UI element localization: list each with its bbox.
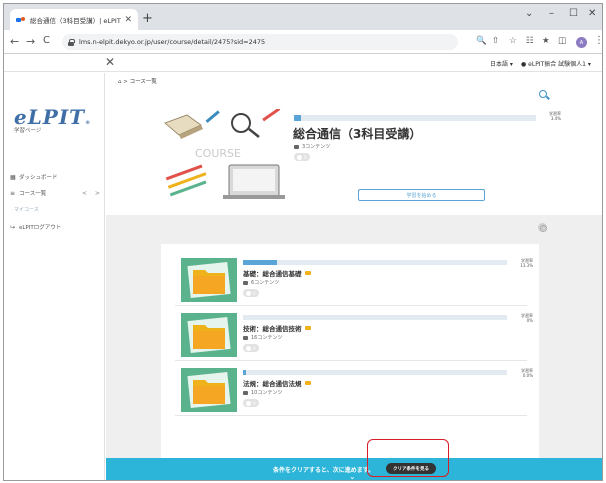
course-badge-toggle[interactable]: 0 [294,153,310,161]
lesson-contents-count: 6コンテンツ [243,279,279,286]
folder-icon [304,326,311,330]
tab-search-chevron-icon[interactable]: ⌄ [525,8,533,19]
lessons-section: 学習率 13.3% 基礎：総合通信基礎 6コンテンツ 0 学習率 0% 技術：総… [106,215,602,480]
tab-title: 総合通信（3科目受講）| eLPIT [30,16,121,25]
favicon-icon [16,16,25,23]
search-icon[interactable] [539,90,547,98]
hero-course-word: COURSE [195,147,241,160]
footer-message: 条件をクリアすると、次に進めます。 [273,467,375,474]
sidebar-item-logout[interactable]: ↪ eLPITログアウト [10,223,61,231]
lesson-progress-fill [243,260,278,265]
contents-icon [243,280,248,285]
lesson-badge-toggle[interactable]: 0 [243,344,259,352]
lesson-progress-bar [243,315,507,320]
address-bar[interactable]: lms.n-elpit.dekyo.or.jp/user/course/deta… [62,34,458,50]
window-close-button[interactable]: ✕ [588,8,596,19]
lesson-progress-fill [243,370,246,375]
lesson-title: 技術：総合通信技術 [243,323,311,333]
page-header: ✕ 日本語 ▾ ● eLPIT振合 試験個人1 ▾ [4,54,602,72]
lesson-title: 法規：総合通信法規 [243,378,311,388]
logout-icon: ↪ [10,223,16,231]
course-progress-fill [294,115,302,121]
extensions-puzzle-icon[interactable]: ★ [542,36,550,46]
lessons-panel: 学習率 13.3% 基礎：総合通信基礎 6コンテンツ 0 学習率 0% 技術：総… [161,244,539,480]
lesson-percent: 学習率 0% [521,313,533,323]
course-title: 総合通信（3科目受講） [293,127,422,141]
course-progress-bar [294,115,536,121]
lesson-card[interactable]: 学習率 0% 技術：総合通信技術 16コンテンツ 0 [175,309,533,361]
annotation-highlight-box [367,439,449,477]
lesson-progress-bar [243,370,507,375]
user-menu[interactable]: ● eLPIT振合 試験個人1 ▾ [521,59,591,68]
badge-dot [246,345,251,351]
sidebar-pager[interactable]: < > [82,190,103,197]
dashboard-icon: ▦ [10,173,16,181]
sidebar-sub-link[interactable]: マイコース [14,206,39,213]
folder-thumbnail [181,258,237,302]
settings-icon[interactable] [538,223,547,232]
folder-icon [304,381,311,385]
profile-avatar[interactable]: A [576,37,587,48]
breadcrumb[interactable]: ⌂ > コース一覧 [118,77,157,85]
contents-icon [243,390,248,395]
side-panel-icon[interactable]: ◫ [558,36,566,46]
sidebar-item-dashboard[interactable]: ▦ ダッシュボード [10,173,58,181]
extension-icon[interactable]: ☷ [526,36,534,46]
lesson-card[interactable]: 学習率 0.0% 法規：総合通信法規 10コンテンツ 0 [175,364,533,416]
lesson-title: 基礎：総合通信基礎 [243,268,311,278]
zoom-icon[interactable]: 🔍 [476,36,487,46]
lesson-badge-toggle[interactable]: 0 [243,399,259,407]
tab-strip: 総合通信（3科目受講）| eLPIT ✕ + ⌄ – ☐ ✕ [4,4,602,30]
new-tab-button[interactable]: + [142,11,153,26]
sidebar-item-label: eLPITログアウト [19,225,62,231]
sidebar-item-course-list[interactable]: ≡ コース一覧 [10,189,46,197]
course-percent: 学習率 3.4% [549,111,561,121]
lesson-contents-count: 16コンテンツ [243,334,282,341]
close-menu-icon[interactable]: ✕ [105,55,115,69]
browser-toolbar: ← → C lms.n-elpit.dekyo.or.jp/user/cours… [4,30,602,54]
lesson-percent: 学習率 13.3% [520,258,533,268]
chevron-down-icon[interactable]: ⌄ [349,472,356,480]
badge-dot [297,154,302,160]
lock-icon [68,38,75,46]
list-icon: ≡ [10,189,16,197]
completion-footer: 条件をクリアすると、次に進めます。 クリア条件を見る ⌄ [106,458,602,480]
browser-window: 総合通信（3科目受講）| eLPIT ✕ + ⌄ – ☐ ✕ ← → C lms… [3,3,603,481]
browser-menu-icon[interactable]: ⋮ [594,35,602,46]
maximize-button[interactable]: ☐ [569,8,578,19]
minimize-button[interactable]: – [549,8,554,19]
lesson-percent: 学習率 0.0% [521,368,533,378]
lesson-card[interactable]: 学習率 13.3% 基礎：総合通信基礎 6コンテンツ 0 [175,254,533,306]
course-illustration: COURSE [161,109,287,203]
course-contents-count: 3コンテンツ [294,143,330,150]
url-text: lms.n-elpit.dekyo.or.jp/user/course/deta… [79,38,266,46]
lesson-badge-toggle[interactable]: 0 [243,289,259,297]
contents-icon [294,144,299,149]
user-name: eLPIT振合 試験個人1 ▾ [528,61,591,68]
share-icon[interactable]: ⇧ [492,36,499,46]
sidebar: eLPIT® 学習ページ ▦ ダッシュボード ≡ コース一覧 < > マイコース… [4,73,105,480]
sidebar-item-label: コース一覧 [19,191,47,197]
bookmark-star-icon[interactable]: ☆ [509,36,517,46]
sidebar-item-label: ダッシュボード [19,175,58,181]
tab-close-icon[interactable]: ✕ [124,15,132,25]
start-learning-button[interactable]: 学習を始める [358,189,485,201]
badge-dot [246,290,251,296]
folder-icon [304,271,311,275]
language-select[interactable]: 日本語 ▾ [490,59,513,68]
page: ✕ 日本語 ▾ ● eLPIT振合 試験個人1 ▾ eLPIT® 学習ページ ▦… [4,54,602,480]
course-hero-image: COURSE [161,109,287,203]
folder-thumbnail [181,368,237,412]
lesson-contents-count: 10コンテンツ [243,389,282,396]
badge-dot [246,400,251,406]
browser-tab[interactable]: 総合通信（3科目受講）| eLPIT ✕ [10,9,138,30]
forward-button[interactable]: → [26,35,35,48]
logo-subtitle: 学習ページ [14,128,42,134]
lesson-progress-bar [243,260,507,265]
main-content: ⌂ > コース一覧 COURSE 学習率 3.4% 総合通信（3科目受講） 3コ… [106,73,602,480]
reload-button[interactable]: C [43,35,50,46]
folder-thumbnail [181,313,237,357]
contents-icon [243,335,248,340]
back-button[interactable]: ← [10,35,19,48]
